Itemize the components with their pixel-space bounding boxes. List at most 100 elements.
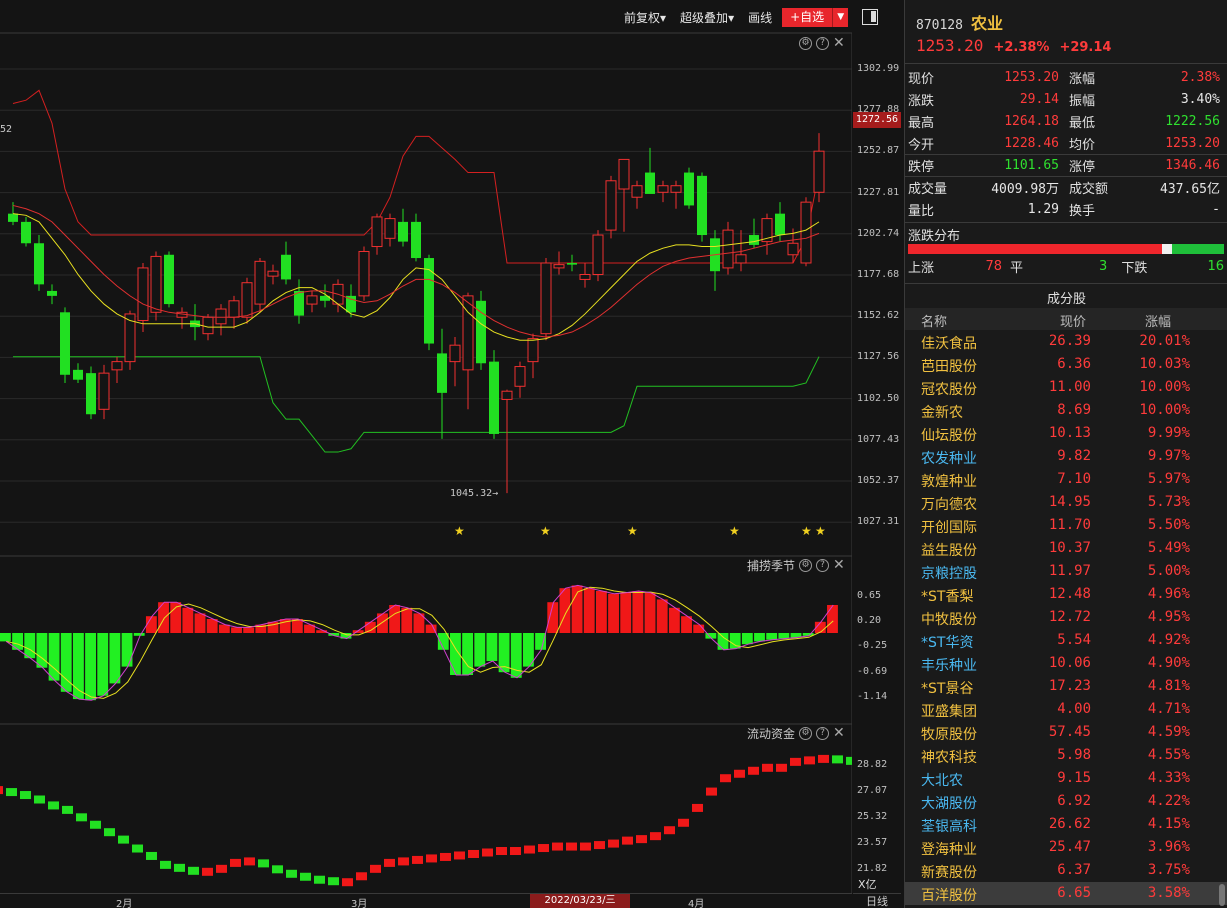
constituent-name: 亚盛集团 — [921, 704, 977, 720]
candlestick-chart[interactable]: 1045.32→52★ ★ ★ ★ ★ ★ — [0, 0, 852, 893]
flow-block — [230, 858, 241, 867]
constituent-change: 4.22% — [1147, 793, 1190, 809]
constituent-row[interactable]: 大北农 9.15 4.33% — [905, 767, 1227, 790]
quote-row: 量比 1.29 换手 - — [905, 198, 1227, 220]
constituent-row[interactable]: 益生股份 10.37 5.49% — [905, 537, 1227, 560]
constituent-change: 4.59% — [1147, 724, 1190, 740]
divider — [905, 283, 1227, 284]
flow-block — [594, 841, 605, 850]
quote-key: 涨停 — [1069, 160, 1096, 175]
flow-block — [580, 842, 591, 851]
flow-block — [188, 866, 199, 875]
candle-body — [98, 372, 110, 410]
constituent-row[interactable]: 丰乐种业 10.06 4.90% — [905, 652, 1227, 675]
candle-body — [371, 216, 383, 248]
constituent-price: 9.15 — [1057, 770, 1091, 786]
constituent-row[interactable]: 开创国际 11.70 5.50% — [905, 514, 1227, 537]
constituent-price: 6.37 — [1057, 862, 1091, 878]
flow-block — [216, 864, 227, 873]
constituent-change: 9.97% — [1147, 448, 1190, 464]
candle-body — [358, 250, 370, 297]
constituent-row[interactable]: *ST香梨 12.48 4.96% — [905, 583, 1227, 606]
flow-block — [384, 858, 395, 867]
scrollbar[interactable] — [1219, 884, 1225, 906]
macd-bar — [36, 633, 48, 668]
chart-area[interactable]: 前复权▾ 超级叠加▾ 画线 +自选 ▼ ⚙ ? ✕ 捕捞季节 ⚙ ? ✕ 流动资… — [0, 0, 904, 908]
macd-bar — [12, 633, 24, 650]
flow-block — [314, 875, 325, 884]
constituent-row[interactable]: 仙坛股份 10.13 9.99% — [905, 422, 1227, 445]
col-name[interactable]: 名称 — [921, 311, 947, 330]
down-label: 下跌 — [1121, 260, 1148, 276]
col-price[interactable]: 现价 — [1060, 311, 1086, 330]
constituent-row[interactable]: 农发种业 9.82 9.97% — [905, 445, 1227, 468]
constituent-row[interactable]: 新赛股份 6.37 3.75% — [905, 859, 1227, 882]
flow-block — [790, 757, 801, 766]
divider — [905, 222, 1227, 223]
quote-value: 1101.65 — [1004, 158, 1059, 173]
star-marker-icon: ★ — [801, 524, 812, 538]
constituent-row[interactable]: 敦煌种业 7.10 5.97% — [905, 468, 1227, 491]
macd-bar — [109, 633, 121, 684]
constituent-row[interactable]: 芭田股份 6.36 10.03% — [905, 353, 1227, 376]
constituent-name: 荃银高科 — [921, 819, 977, 835]
constituent-row[interactable]: 百洋股份 6.65 3.58% — [905, 882, 1227, 905]
constituent-row[interactable]: 亚盛集团 4.00 4.71% — [905, 698, 1227, 721]
period-selector[interactable]: 日线 — [853, 893, 901, 908]
constituent-price: 14.95 — [1048, 494, 1091, 510]
constituent-row[interactable]: 大湖股份 6.92 4.22% — [905, 790, 1227, 813]
axis-tick-label: 1177.68 — [857, 269, 900, 280]
axis-tick-label: -0.25 — [857, 640, 888, 652]
flow-block — [76, 813, 87, 822]
macd-bar — [559, 588, 571, 633]
quote-value: - — [1212, 201, 1220, 217]
constituent-row[interactable]: 京粮控股 11.97 5.00% — [905, 560, 1227, 583]
constituent-change: 5.50% — [1147, 517, 1190, 533]
col-change[interactable]: 涨幅 — [1145, 311, 1171, 330]
constituent-row[interactable]: 登海种业 25.47 3.96% — [905, 836, 1227, 859]
axis-tick-label: 28.82 — [857, 759, 888, 770]
constituents-list: 佳沃食品 26.39 20.01% 芭田股份 6.36 10.03% 冠农股份 11.00 10… — [905, 330, 1227, 905]
constituent-change: 3.96% — [1147, 839, 1190, 855]
flow-block — [748, 766, 759, 775]
constituent-price: 5.98 — [1057, 747, 1091, 763]
candle-body — [86, 373, 96, 415]
constituent-name: 大湖股份 — [921, 796, 977, 812]
star-marker-icon: ★ — [627, 524, 638, 538]
axis-tick-label: 23.57 — [857, 837, 888, 848]
constituent-change: 5.73% — [1147, 494, 1190, 510]
quote-value: 29.14 — [1019, 91, 1059, 107]
constituent-row[interactable]: 金新农 8.69 10.00% — [905, 399, 1227, 422]
candle-body — [489, 361, 499, 434]
constituent-row[interactable]: *ST景谷 17.23 4.81% — [905, 675, 1227, 698]
constituent-row[interactable]: 冠农股份 11.00 10.00% — [905, 376, 1227, 399]
constituent-row[interactable]: 荃银高科 26.62 4.15% — [905, 813, 1227, 836]
constituent-row[interactable]: 万向德农 14.95 5.73% — [905, 491, 1227, 514]
constituent-change: 4.92% — [1147, 632, 1190, 648]
candle-body — [645, 172, 655, 194]
distribution-title: 涨跌分布 — [908, 229, 961, 244]
constituent-price: 10.06 — [1048, 655, 1091, 671]
flow-block — [692, 803, 703, 812]
constituent-price: 11.70 — [1048, 517, 1091, 533]
quote-row: 跌停 1101.65 涨停 1346.46 — [905, 154, 1227, 176]
flow-block — [398, 857, 409, 866]
macd-bar — [717, 633, 729, 650]
flow-block — [356, 872, 367, 881]
flow-block — [776, 763, 787, 772]
flow-block — [538, 844, 549, 853]
macd-bar — [462, 633, 474, 675]
constituent-row[interactable]: 中牧股份 12.72 4.95% — [905, 606, 1227, 629]
constituent-row[interactable]: *ST华资 5.54 4.92% — [905, 629, 1227, 652]
stock-change: +29.14 — [1059, 40, 1112, 55]
constituent-name: 仙坛股份 — [921, 428, 977, 444]
candle-body — [215, 308, 227, 325]
constituent-row[interactable]: 佳沃食品 26.39 20.01% — [905, 330, 1227, 353]
layout-toggle-icon[interactable] — [862, 9, 879, 25]
quote-value: 1346.46 — [1165, 158, 1220, 173]
candle-body — [411, 221, 421, 259]
candle-body — [722, 229, 734, 269]
flow-block — [622, 836, 633, 845]
constituent-row[interactable]: 神农科技 5.98 4.55% — [905, 744, 1227, 767]
constituent-row[interactable]: 牧原股份 57.45 4.59% — [905, 721, 1227, 744]
